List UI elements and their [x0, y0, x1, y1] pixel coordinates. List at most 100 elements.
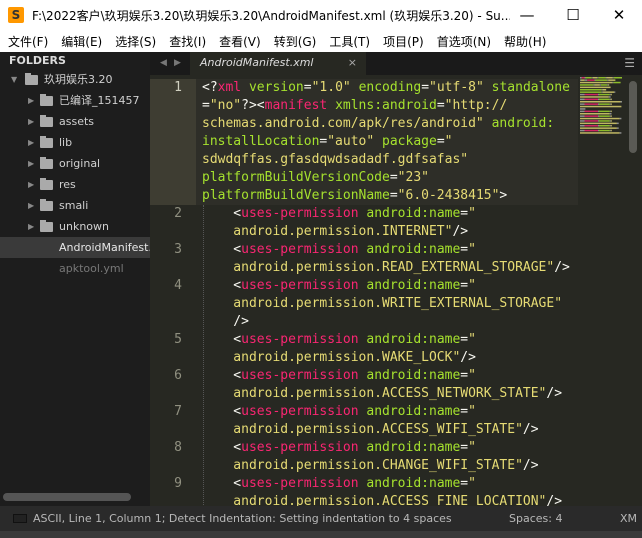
sublime-text-icon: S [8, 7, 24, 23]
code-row: android.permission.WRITE_EXTERNAL_STORAG… [202, 295, 562, 313]
minimap-mark [612, 77, 614, 79]
tree-root-folder[interactable]: ▼ 玖玥娱乐3.20 [0, 69, 150, 90]
token-p: /> [202, 314, 249, 329]
tab-close-icon[interactable]: × [348, 52, 357, 74]
minimap-mark [598, 93, 599, 96]
minimap-mark [580, 105, 622, 108]
token-str: "no" [209, 98, 242, 113]
maximize-button[interactable]: ☐ [550, 0, 596, 30]
minimap-mark [610, 115, 612, 117]
token-str: sdwdqffas.gfasdqwdsadadf.gdfsafas" [202, 152, 469, 167]
token-tag: uses-permission [241, 206, 359, 221]
tree-folder[interactable]: ▶ res [0, 174, 150, 195]
tree-folder[interactable]: ▶ assets [0, 111, 150, 132]
menu-project[interactable]: 项目(P) [383, 33, 424, 50]
line-number: 9 [174, 476, 182, 491]
minimap-mark [580, 113, 610, 115]
minimap-mark [602, 89, 607, 91]
indentation-status[interactable]: Spaces: 4 [509, 506, 562, 531]
token-p: = [436, 134, 445, 149]
minimap-mark [584, 98, 598, 101]
line-number: 1 [174, 80, 182, 95]
menu-selection[interactable]: 选择(S) [115, 33, 156, 50]
token-attr: version [248, 80, 304, 95]
token-tag: uses-permission [241, 476, 359, 491]
minimap-mark [620, 101, 622, 103]
token-p [484, 80, 492, 95]
tab-next-icon[interactable]: ▶ [174, 52, 181, 74]
token-str: android.permission.WAKE_LOCK" [202, 350, 461, 365]
token-attr: package [382, 134, 437, 149]
token-p: /> [546, 386, 563, 401]
tab-prev-icon[interactable]: ◀ [160, 52, 167, 74]
minimap-mark [610, 129, 612, 132]
tree-file[interactable]: AndroidManifest.xml [0, 237, 150, 258]
minimap-mark [608, 79, 616, 81]
minimap-mark [594, 79, 596, 81]
minimap-mark [580, 125, 585, 127]
token-tag: uses-permission [241, 278, 359, 293]
minimap-mark [609, 98, 611, 101]
minimap-mark [585, 77, 592, 79]
minimize-button[interactable]: — [504, 0, 550, 30]
minimap-mark [580, 81, 613, 84]
tree-folder[interactable]: ▶ lib [0, 132, 150, 153]
token-str: " [468, 368, 476, 383]
tree-file[interactable]: apktool.yml [0, 258, 150, 279]
minimap-mark [614, 91, 616, 93]
code-editor[interactable]: 1 <?xml version="1.0" encoding="utf-8" st… [150, 75, 642, 506]
token-p: /> [546, 494, 563, 506]
tree-label: res [59, 178, 76, 191]
token-p: < [202, 404, 242, 419]
menu-view[interactable]: 查看(V) [219, 33, 261, 50]
minimap-mark [610, 103, 612, 105]
menu-find[interactable]: 查找(I) [169, 33, 206, 50]
code-row: <uses-permission android:name=" [202, 403, 476, 421]
tree-folder[interactable]: ▶ unknown [0, 216, 150, 237]
minimap-mark [619, 132, 622, 134]
minimap-mark [580, 127, 617, 129]
menu-help[interactable]: 帮助(H) [504, 33, 546, 50]
token-p: < [202, 476, 242, 491]
minimap-mark [580, 96, 609, 98]
minimap-mark [580, 117, 620, 120]
minimap[interactable] [578, 75, 622, 275]
tree-folder[interactable]: ▶ 已编译_151457 [0, 90, 150, 111]
tree-folder[interactable]: ▶ smali [0, 195, 150, 216]
token-str: " [468, 278, 476, 293]
panel-toggle-icon[interactable] [13, 514, 27, 523]
token-attr: standalone [491, 80, 570, 95]
minimap-mark [595, 79, 608, 81]
code-row: <uses-permission android:name=" [202, 439, 476, 457]
close-button[interactable]: ✕ [596, 0, 642, 30]
token-attr: android:name [366, 404, 461, 419]
token-p: = [460, 476, 469, 491]
menu-icon[interactable]: ☰ [624, 52, 635, 74]
token-tag: uses-permission [241, 242, 359, 257]
token-p: = [389, 170, 398, 185]
tab-label: AndroidManifest.xml [200, 56, 314, 69]
menu-goto[interactable]: 转到(G) [274, 33, 317, 50]
tab-androidmanifest[interactable]: AndroidManifest.xml × [190, 52, 366, 75]
syntax-status[interactable]: XM [620, 506, 637, 531]
minimap-mark [580, 115, 585, 117]
token-str: android.permission.READ_EXTERNAL_STORAGE… [202, 260, 555, 275]
menu-preferences[interactable]: 首选项(N) [437, 33, 491, 50]
menu-file[interactable]: 文件(F) [8, 33, 48, 50]
chevron-right-icon: ▶ [28, 180, 35, 189]
minimap-mark [598, 120, 599, 122]
token-str: android.permission.INTERNET" [202, 224, 453, 239]
sidebar-scrollbar[interactable] [3, 493, 131, 501]
minimap-mark [580, 79, 581, 81]
minimap-mark [610, 98, 612, 101]
menu-tools[interactable]: 工具(T) [329, 33, 370, 50]
menu-edit[interactable]: 编辑(E) [61, 33, 102, 50]
minimap-mark [601, 91, 603, 93]
tree-label: unknown [59, 220, 109, 233]
tree-folder[interactable]: ▶ original [0, 153, 150, 174]
editor-scrollbar[interactable] [629, 81, 637, 153]
token-str: " [468, 332, 476, 347]
token-str: " [468, 206, 476, 221]
tree-label: lib [59, 136, 73, 149]
token-attr: android:name [366, 332, 461, 347]
